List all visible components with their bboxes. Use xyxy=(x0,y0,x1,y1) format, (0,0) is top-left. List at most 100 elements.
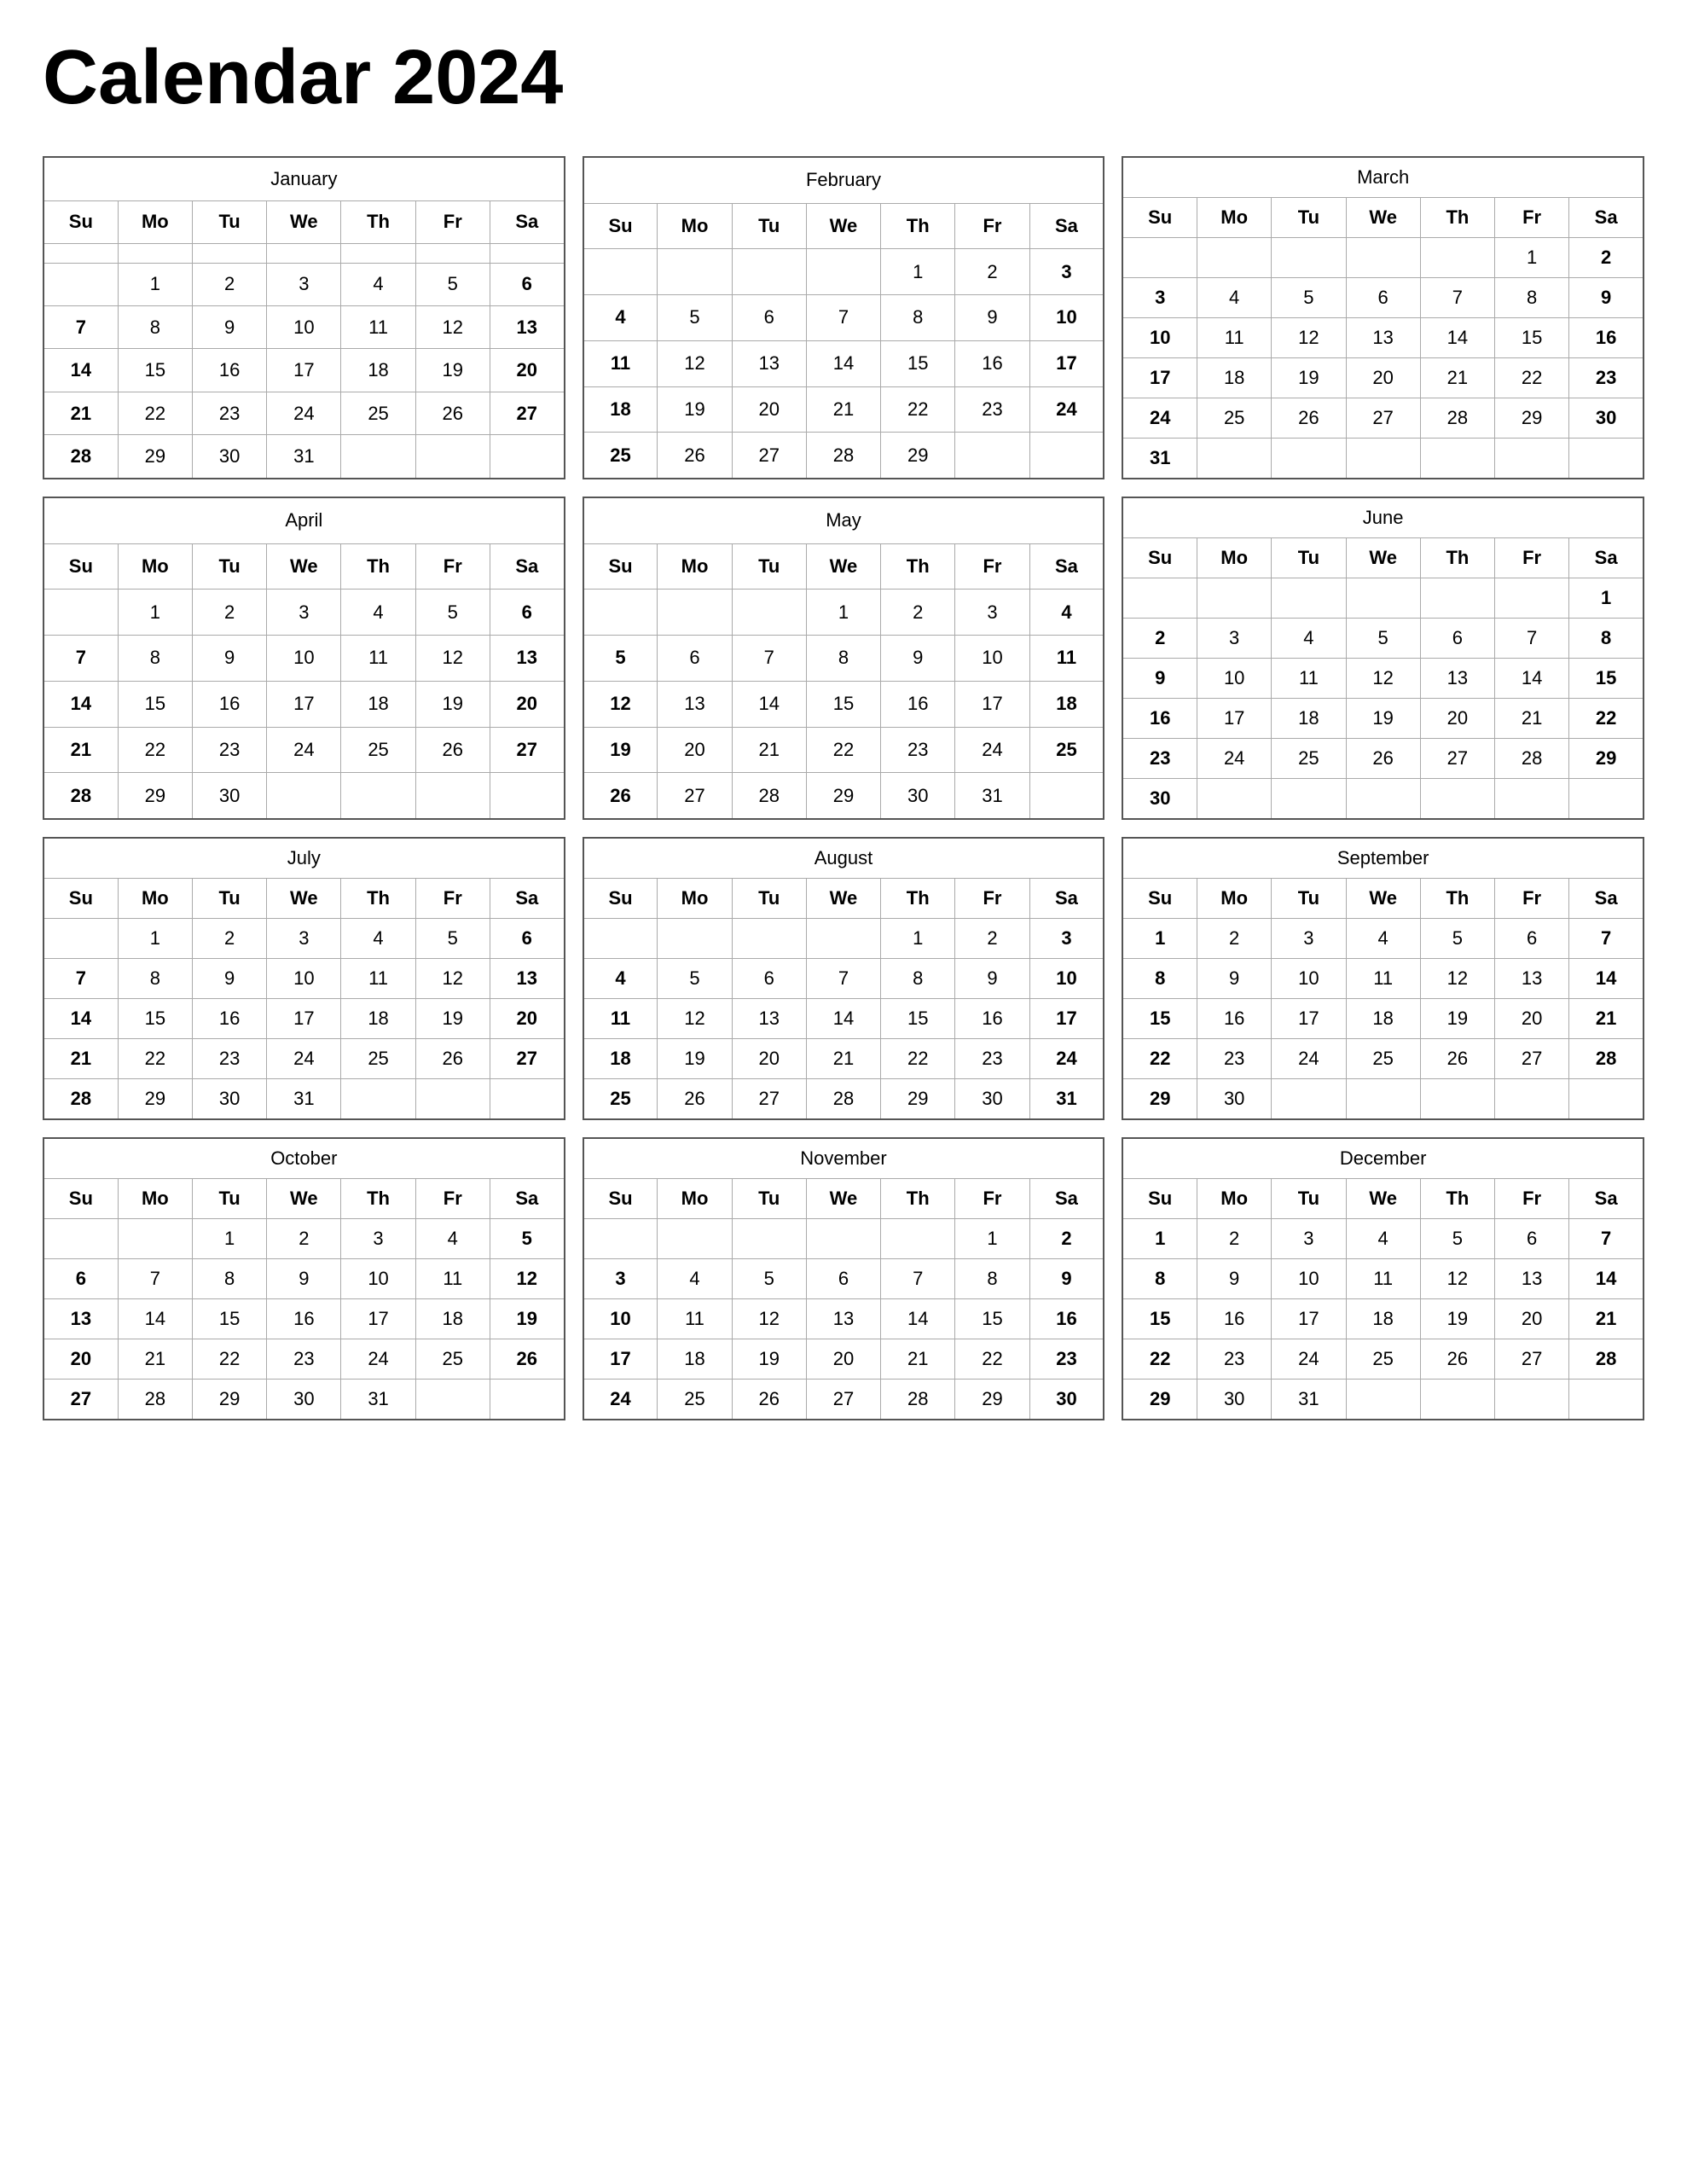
month-title-february: February xyxy=(583,157,1104,203)
day-header-mo: Mo xyxy=(658,203,732,249)
day-header-we: We xyxy=(806,203,880,249)
day-header-th: Th xyxy=(1420,198,1494,238)
calendar-day: 4 xyxy=(415,1219,490,1259)
month-april: AprilSuMoTuWeThFrSa123456789101112131415… xyxy=(43,497,565,820)
calendar-day: 13 xyxy=(1495,1259,1569,1299)
calendar-day: 17 xyxy=(1272,1299,1346,1339)
calendar-day xyxy=(341,435,415,479)
calendar-day: 16 xyxy=(1122,699,1197,739)
calendar-day: 2 xyxy=(267,1219,341,1259)
calendar-day: 14 xyxy=(806,340,880,386)
calendar-day: 8 xyxy=(118,959,192,999)
day-header-th: Th xyxy=(881,543,955,590)
calendar-day: 29 xyxy=(118,773,192,819)
calendar-day: 10 xyxy=(267,306,341,349)
calendar-day xyxy=(732,1219,806,1259)
day-header-th: Th xyxy=(341,879,415,919)
day-header-we: We xyxy=(267,879,341,919)
calendar-day: 18 xyxy=(1346,1299,1420,1339)
calendar-day: 11 xyxy=(415,1259,490,1299)
calendar-day: 5 xyxy=(1420,1219,1494,1259)
calendar-day: 6 xyxy=(1346,278,1420,318)
calendar-day: 4 xyxy=(583,959,658,999)
day-header-th: Th xyxy=(1420,1179,1494,1219)
calendar-day xyxy=(955,433,1029,479)
calendar-day: 9 xyxy=(1029,1259,1104,1299)
day-header-th: Th xyxy=(881,203,955,249)
calendar-day: 3 xyxy=(267,263,341,305)
calendar-day: 28 xyxy=(806,433,880,479)
day-header-su: Su xyxy=(583,203,658,249)
calendar-day: 12 xyxy=(415,306,490,349)
day-header-tu: Tu xyxy=(732,1179,806,1219)
day-header-we: We xyxy=(1346,538,1420,578)
calendar-day: 2 xyxy=(955,919,1029,959)
day-header-th: Th xyxy=(341,200,415,243)
calendar-day: 20 xyxy=(1495,1299,1569,1339)
day-header-tu: Tu xyxy=(192,200,266,243)
calendar-day: 29 xyxy=(1495,398,1569,439)
calendar-day: 7 xyxy=(806,959,880,999)
calendar-day xyxy=(43,243,118,263)
calendar-day: 19 xyxy=(490,1299,564,1339)
calendar-day: 27 xyxy=(43,1380,118,1420)
calendar-day: 12 xyxy=(1420,959,1494,999)
month-february: FebruarySuMoTuWeThFrSa123456789101112131… xyxy=(583,156,1105,479)
calendar-day: 28 xyxy=(43,1079,118,1120)
calendar-day: 25 xyxy=(341,1039,415,1079)
day-header-su: Su xyxy=(43,200,118,243)
calendar-day: 28 xyxy=(1495,739,1569,779)
month-title-november: November xyxy=(583,1138,1104,1179)
calendar-day: 8 xyxy=(118,636,192,682)
calendar-day: 29 xyxy=(806,773,880,819)
calendar-day: 25 xyxy=(415,1339,490,1380)
day-header-mo: Mo xyxy=(118,200,192,243)
calendar-day: 20 xyxy=(1346,358,1420,398)
calendar-day: 18 xyxy=(583,1039,658,1079)
calendar-day: 15 xyxy=(1122,999,1197,1039)
calendar-day: 17 xyxy=(267,681,341,727)
calendar-day: 13 xyxy=(732,999,806,1039)
calendar-day: 2 xyxy=(192,590,266,636)
calendar-day: 29 xyxy=(1122,1380,1197,1420)
calendar-day: 1 xyxy=(118,590,192,636)
calendar-day: 7 xyxy=(43,636,118,682)
calendar-day: 13 xyxy=(490,636,564,682)
calendar-day: 10 xyxy=(583,1299,658,1339)
calendar-day: 2 xyxy=(192,919,266,959)
month-title-july: July xyxy=(43,838,565,879)
calendar-day: 24 xyxy=(1272,1339,1346,1380)
day-header-tu: Tu xyxy=(1272,879,1346,919)
month-may: MaySuMoTuWeThFrSa12345678910111213141516… xyxy=(583,497,1105,820)
calendar-day: 2 xyxy=(192,263,266,305)
calendar-day: 30 xyxy=(1197,1380,1272,1420)
calendar-day xyxy=(1420,578,1494,619)
calendar-day xyxy=(1346,779,1420,820)
calendar-day: 16 xyxy=(881,681,955,727)
month-title-april: April xyxy=(43,497,565,543)
calendar-day: 3 xyxy=(1197,619,1272,659)
calendar-day: 7 xyxy=(1569,1219,1644,1259)
calendar-day xyxy=(415,773,490,819)
calendar-day: 1 xyxy=(881,249,955,295)
day-header-we: We xyxy=(267,543,341,590)
calendar-day: 27 xyxy=(1346,398,1420,439)
calendar-day xyxy=(1569,1380,1644,1420)
calendar-day: 12 xyxy=(415,636,490,682)
calendar-day: 20 xyxy=(1495,999,1569,1039)
calendar-day: 16 xyxy=(1197,1299,1272,1339)
calendar-day xyxy=(1029,773,1104,819)
calendar-day: 21 xyxy=(806,1039,880,1079)
calendar-day xyxy=(1197,578,1272,619)
calendar-day: 15 xyxy=(881,999,955,1039)
calendar-day: 11 xyxy=(341,636,415,682)
calendar-day: 10 xyxy=(1272,959,1346,999)
calendar-day xyxy=(1495,1079,1569,1120)
calendar-day: 22 xyxy=(881,1039,955,1079)
calendar-day: 9 xyxy=(192,306,266,349)
calendar-day: 18 xyxy=(341,681,415,727)
calendar-day xyxy=(1420,1380,1494,1420)
calendar-day xyxy=(1346,439,1420,479)
calendar-day: 6 xyxy=(1420,619,1494,659)
calendar-day: 30 xyxy=(881,773,955,819)
